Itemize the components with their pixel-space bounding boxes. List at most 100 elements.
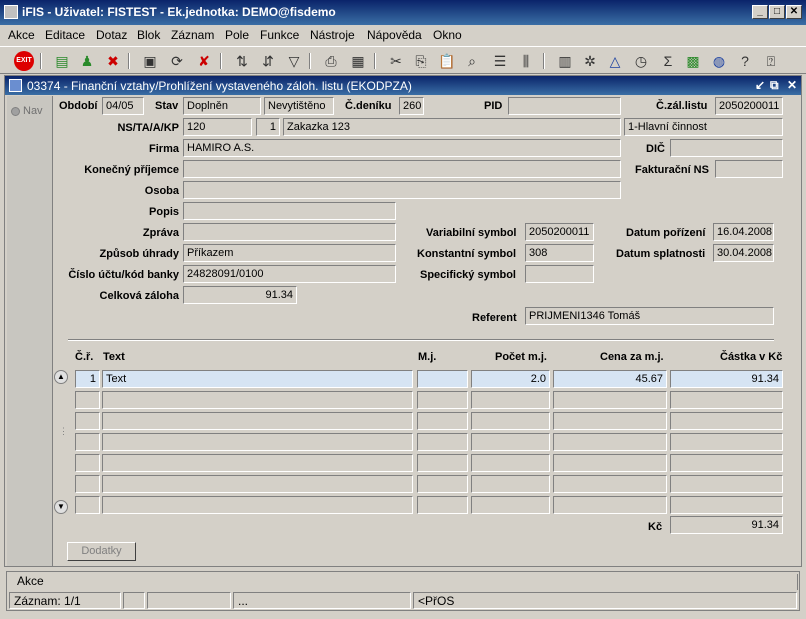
table-cell-cr[interactable]: 1 — [75, 370, 100, 388]
table-cell-pocet[interactable] — [471, 475, 550, 493]
field-obdobi[interactable]: 04/05 — [102, 97, 144, 115]
menu-blok[interactable]: Blok — [137, 28, 160, 42]
copy-icon[interactable]: ⎘ — [411, 51, 431, 71]
field-zprava[interactable] — [183, 223, 396, 241]
table-cell-cena[interactable] — [553, 391, 667, 409]
table-cell-cr[interactable] — [75, 454, 100, 472]
calculator-icon[interactable]: ▥ — [555, 51, 575, 71]
menu-napoveda[interactable]: Nápověda — [367, 28, 422, 42]
maximize-button[interactable]: □ — [769, 5, 785, 19]
table-cell-cena[interactable]: 45.67 — [553, 370, 667, 388]
menu-nastroje[interactable]: Nástroje — [310, 28, 355, 42]
scroll-down-icon[interactable]: ▼ — [54, 500, 68, 514]
nav-radio-icon[interactable] — [11, 107, 20, 116]
close-button[interactable]: ✕ — [786, 5, 802, 19]
table-cell-pocet[interactable] — [471, 391, 550, 409]
table-cell-mj[interactable] — [417, 433, 468, 451]
table-cell-text[interactable] — [102, 496, 413, 514]
table-cell-cena[interactable] — [553, 412, 667, 430]
warning-icon[interactable]: △ — [605, 51, 625, 71]
field-referent[interactable]: PRIJMENI1346 Tomáš — [525, 307, 774, 325]
field-fakt-ns[interactable] — [715, 160, 783, 178]
table-cell-text[interactable] — [102, 412, 413, 430]
menu-funkce[interactable]: Funkce — [260, 28, 299, 42]
table-cell-castka[interactable] — [670, 433, 783, 451]
table-scrollbar[interactable]: ▲ ⋮ ▼ — [54, 294, 68, 514]
minimize-button[interactable]: _ — [752, 5, 768, 19]
form-minimize-icon[interactable]: ↙ — [755, 78, 765, 92]
form-restore-icon[interactable]: ⧉ — [770, 78, 779, 93]
table-cell-pocet[interactable] — [471, 412, 550, 430]
table-cell-pocet[interactable]: 2.0 — [471, 370, 550, 388]
table-cell-castka[interactable] — [670, 496, 783, 514]
total-field[interactable]: 91.34 — [670, 516, 783, 534]
cut-icon[interactable]: ✂ — [386, 51, 406, 71]
field-ds[interactable]: 30.04.2008 — [713, 244, 774, 262]
menu-dotaz[interactable]: Dotaz — [96, 28, 127, 42]
menu-zaznam[interactable]: Záznam — [171, 28, 214, 42]
table-cell-castka[interactable] — [670, 391, 783, 409]
help-icon[interactable]: ⍰ — [761, 51, 781, 71]
delete-record-icon[interactable]: ✖ — [103, 51, 123, 71]
insert-record-icon[interactable]: ▤ — [52, 51, 72, 71]
web-icon[interactable]: ◍ — [709, 51, 729, 71]
table-cell-mj[interactable] — [417, 370, 468, 388]
field-cu[interactable]: 24828091/0100 — [183, 265, 396, 283]
add-user-icon[interactable]: ♟ — [77, 51, 97, 71]
query-icon[interactable]: ▣ — [140, 51, 160, 71]
table-cell-castka[interactable] — [670, 454, 783, 472]
field-cz[interactable]: 91.34 — [183, 286, 297, 304]
field-stav-1[interactable]: Doplněn — [183, 97, 261, 115]
clock-icon[interactable]: ◷ — [631, 51, 651, 71]
field-ss[interactable] — [525, 265, 594, 283]
field-czal[interactable]: 2050200011 — [715, 97, 783, 115]
table-cell-text[interactable] — [102, 391, 413, 409]
network-icon[interactable]: ✲ — [580, 51, 600, 71]
field-popis[interactable] — [183, 202, 396, 220]
exit-icon[interactable]: EXIT — [14, 51, 34, 71]
table-cell-pocet[interactable] — [471, 496, 550, 514]
table-cell-cr[interactable] — [75, 496, 100, 514]
help-context-icon[interactable]: ? — [735, 51, 755, 71]
table-cell-cena[interactable] — [553, 433, 667, 451]
table-cell-pocet[interactable] — [471, 433, 550, 451]
table-cell-text[interactable] — [102, 433, 413, 451]
scroll-up-icon[interactable]: ▲ — [54, 370, 68, 384]
sort-ascending-icon[interactable]: ⇅ — [232, 51, 252, 71]
field-pid[interactable] — [508, 97, 621, 115]
table-cell-mj[interactable] — [417, 475, 468, 493]
table-cell-cr[interactable] — [75, 433, 100, 451]
table-cell-text[interactable] — [102, 454, 413, 472]
table-cell-mj[interactable] — [417, 496, 468, 514]
field-ks[interactable]: 308 — [525, 244, 594, 262]
menu-okno[interactable]: Okno — [433, 28, 462, 42]
scroll-grip-icon[interactable]: ⋮ — [59, 426, 68, 437]
filter-icon[interactable]: ▽ — [284, 51, 304, 71]
field-ns[interactable]: 120 — [183, 118, 252, 136]
table-cell-cena[interactable] — [553, 454, 667, 472]
table-cell-mj[interactable] — [417, 454, 468, 472]
table-cell-text[interactable] — [102, 475, 413, 493]
field-dic[interactable] — [670, 139, 783, 157]
field-zakazka[interactable]: Zakazka 123 — [283, 118, 621, 136]
sort-descending-icon[interactable]: ⇵ — [258, 51, 278, 71]
list-icon[interactable]: ☰ — [490, 51, 510, 71]
field-zu[interactable]: Příkazem — [183, 244, 396, 262]
clear-icon[interactable]: ✘ — [194, 51, 214, 71]
field-vs[interactable]: 2050200011 — [525, 223, 594, 241]
print-preview-icon[interactable]: ▦ — [348, 51, 368, 71]
excel-icon[interactable]: ▩ — [683, 51, 703, 71]
table-cell-text[interactable]: Text — [102, 370, 413, 388]
table-cell-castka[interactable] — [670, 412, 783, 430]
table-cell-cr[interactable] — [75, 391, 100, 409]
field-stav-2[interactable]: Nevytištěno — [264, 97, 334, 115]
field-firma[interactable]: HAMIRO A.S. — [183, 139, 621, 157]
table-cell-mj[interactable] — [417, 412, 468, 430]
menu-pole[interactable]: Pole — [225, 28, 249, 42]
field-dp[interactable]: 16.04.2008 — [713, 223, 774, 241]
field-konecny[interactable] — [183, 160, 621, 178]
form-close-icon[interactable]: ✕ — [787, 78, 797, 92]
field-cinnost[interactable]: 1-Hlavní činnost — [624, 118, 783, 136]
table-cell-castka[interactable] — [670, 475, 783, 493]
columns-icon[interactable]: ⫼ — [516, 51, 536, 71]
